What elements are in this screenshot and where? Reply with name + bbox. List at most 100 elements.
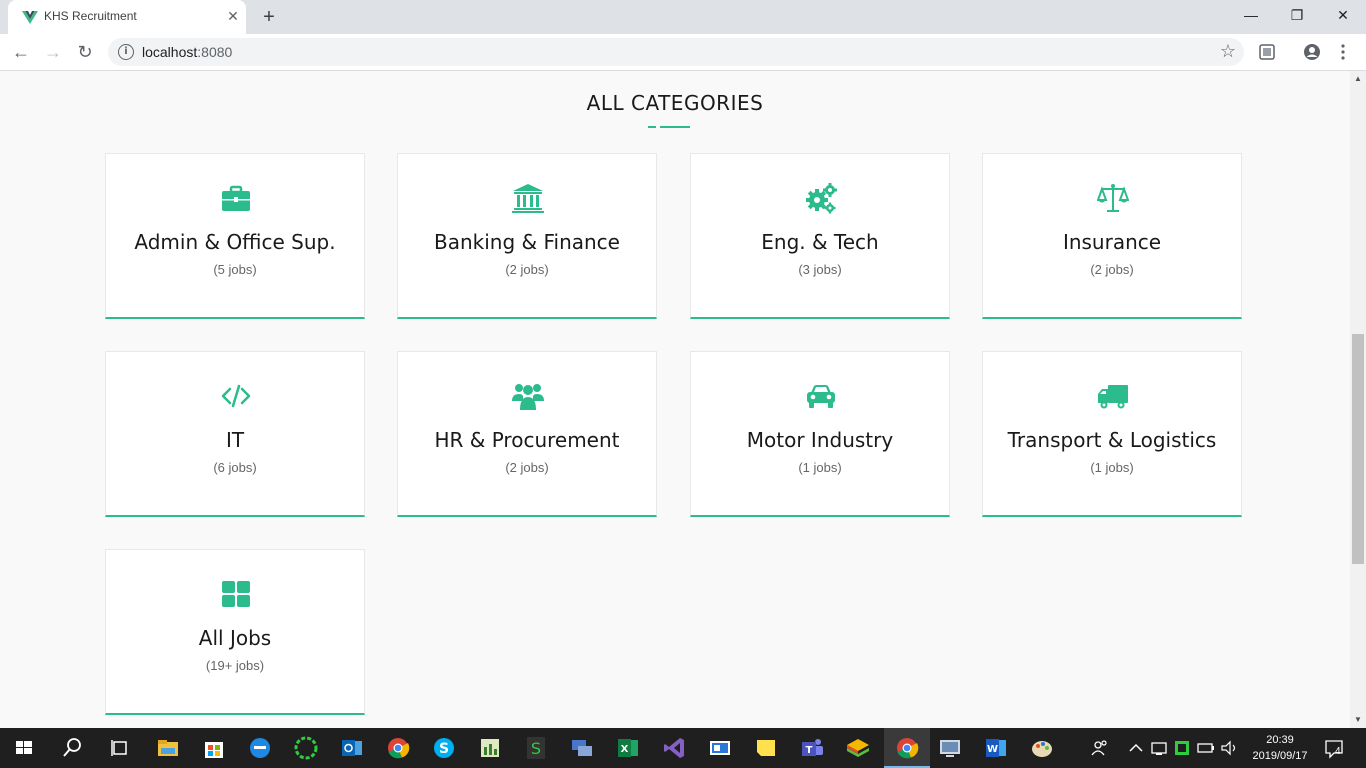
edge-icon[interactable] xyxy=(244,732,276,764)
notification-center-button[interactable]: 4 xyxy=(1322,736,1346,760)
minimize-button[interactable]: — xyxy=(1228,0,1274,30)
excel-icon[interactable]: X xyxy=(612,732,644,764)
svg-text:S: S xyxy=(531,739,541,758)
system-clock[interactable]: 20:39 2019/09/17 xyxy=(1240,732,1320,764)
site-info-icon[interactable]: i xyxy=(118,44,134,60)
new-tab-button[interactable]: + xyxy=(258,6,280,28)
title-underline-dash xyxy=(648,126,656,128)
category-card-eng-tech[interactable]: Eng. & Tech (3 jobs) xyxy=(690,153,950,319)
category-title: Banking & Finance xyxy=(434,230,620,254)
category-count: (3 jobs) xyxy=(798,262,842,277)
store-icon[interactable] xyxy=(198,732,230,764)
category-title: HR & Procurement xyxy=(434,428,620,452)
vue-logo-icon xyxy=(22,11,38,24)
window-close-button[interactable]: ✕ xyxy=(1320,0,1366,30)
category-card-banking[interactable]: Banking & Finance (2 jobs) xyxy=(397,153,657,319)
briefcase-icon xyxy=(222,185,250,211)
browser-toolbar: ← → ↻ i localhost:8080 ☆ xyxy=(0,34,1366,71)
category-title: Motor Industry xyxy=(746,428,894,452)
category-card-it[interactable]: IT (6 jobs) xyxy=(105,351,365,517)
car-icon xyxy=(807,385,835,408)
scroll-thumb[interactable] xyxy=(1352,334,1364,564)
back-button[interactable]: ← xyxy=(8,39,34,65)
category-title: All Jobs xyxy=(198,626,272,650)
users-icon xyxy=(512,384,544,410)
category-count: (1 jobs) xyxy=(798,460,842,475)
windows-taskbar: S S X T W 20:39 2019/09/17 4 xyxy=(0,728,1366,768)
category-card-all-jobs[interactable]: All Jobs (19+ jobs) xyxy=(105,549,365,715)
notification-icon xyxy=(1325,740,1343,759)
category-title: Eng. & Tech xyxy=(761,230,879,254)
category-card-hr[interactable]: HR & Procurement (2 jobs) xyxy=(397,351,657,517)
notification-count: 4 xyxy=(1335,746,1341,757)
category-card-admin[interactable]: Admin & Office Sup. (5 jobs) xyxy=(105,153,365,319)
profile-avatar-icon[interactable] xyxy=(1303,43,1321,61)
url-host: localhost xyxy=(142,44,198,60)
category-count: (2 jobs) xyxy=(505,262,549,277)
extension-icon[interactable] xyxy=(1258,43,1276,61)
svg-text:S: S xyxy=(439,741,449,757)
forward-button[interactable]: → xyxy=(40,39,66,65)
reload-button[interactable]: ↻ xyxy=(72,39,98,65)
category-count: (19+ jobs) xyxy=(205,658,265,673)
svg-text:X: X xyxy=(621,744,629,755)
grid-icon xyxy=(222,581,250,607)
page-viewport: ALL CATEGORIES Admin & Office Sup. (5 jo… xyxy=(0,71,1350,728)
visual-studio-icon[interactable] xyxy=(658,732,690,764)
category-card-motor[interactable]: Motor Industry (1 jobs) xyxy=(690,351,950,517)
sheets-app-icon[interactable] xyxy=(474,732,506,764)
url-text[interactable]: localhost:8080 xyxy=(142,44,232,60)
category-title: IT xyxy=(225,428,245,452)
category-title: Insurance xyxy=(1062,230,1162,254)
word-icon[interactable]: W xyxy=(980,732,1012,764)
bookmark-star-icon[interactable]: ☆ xyxy=(1220,41,1236,62)
category-count: (2 jobs) xyxy=(1090,262,1134,277)
people-icon[interactable] xyxy=(1084,732,1116,764)
outlook-icon[interactable] xyxy=(336,732,368,764)
tab-close-icon[interactable]: ✕ xyxy=(224,7,242,25)
truck-icon xyxy=(1098,385,1128,409)
browser-tab[interactable]: KHS Recruitment ✕ xyxy=(8,0,246,34)
category-card-transport[interactable]: Transport & Logistics (1 jobs) xyxy=(982,351,1242,517)
search-icon[interactable] xyxy=(56,732,88,764)
stack-app-icon[interactable] xyxy=(842,732,874,764)
teams-icon[interactable]: T xyxy=(796,732,828,764)
svg-text:T: T xyxy=(806,745,813,756)
chrome-icon[interactable] xyxy=(382,732,414,764)
tab-title: KHS Recruitment xyxy=(44,9,137,23)
category-title: Admin & Office Sup. xyxy=(134,230,336,254)
category-count: (2 jobs) xyxy=(505,460,549,475)
skype-icon[interactable]: S xyxy=(428,732,460,764)
page-scrollbar[interactable]: ▲ ▼ xyxy=(1350,71,1366,728)
tab-strip: KHS Recruitment ✕ + — ❐ ✕ xyxy=(0,0,1366,34)
clock-time: 20:39 xyxy=(1266,734,1294,746)
clock-date: 2019/09/17 xyxy=(1252,750,1308,762)
network-app-icon[interactable] xyxy=(566,732,598,764)
task-view-icon[interactable] xyxy=(104,732,136,764)
category-count: (5 jobs) xyxy=(213,262,257,277)
title-underline-bar xyxy=(660,126,690,128)
file-explorer-icon[interactable] xyxy=(152,732,184,764)
gears-icon xyxy=(806,183,837,214)
bank-icon xyxy=(512,184,544,213)
sage-app-icon[interactable]: S xyxy=(520,732,552,764)
svg-text:W: W xyxy=(987,744,998,755)
chrome-active-icon[interactable] xyxy=(891,732,923,764)
restore-button[interactable]: ❐ xyxy=(1274,0,1320,30)
menu-dots-icon[interactable] xyxy=(1334,43,1352,61)
sticky-notes-icon[interactable] xyxy=(750,732,782,764)
code-icon xyxy=(221,384,251,408)
green-circle-app-icon[interactable] xyxy=(290,732,322,764)
scroll-down-arrow-icon[interactable]: ▼ xyxy=(1350,712,1366,728)
balance-scale-icon xyxy=(1097,184,1129,212)
scroll-up-arrow-icon[interactable]: ▲ xyxy=(1350,71,1366,87)
window-app-icon[interactable] xyxy=(704,732,736,764)
paint-icon[interactable] xyxy=(1026,732,1058,764)
category-title: Transport & Logistics xyxy=(1007,428,1217,452)
address-bar[interactable]: i localhost:8080 ☆ xyxy=(108,38,1244,66)
remote-desktop-icon[interactable] xyxy=(934,732,966,764)
category-card-insurance[interactable]: Insurance (2 jobs) xyxy=(982,153,1242,319)
category-count: (1 jobs) xyxy=(1090,460,1134,475)
url-port: :8080 xyxy=(197,44,233,60)
start-icon[interactable] xyxy=(8,732,40,764)
